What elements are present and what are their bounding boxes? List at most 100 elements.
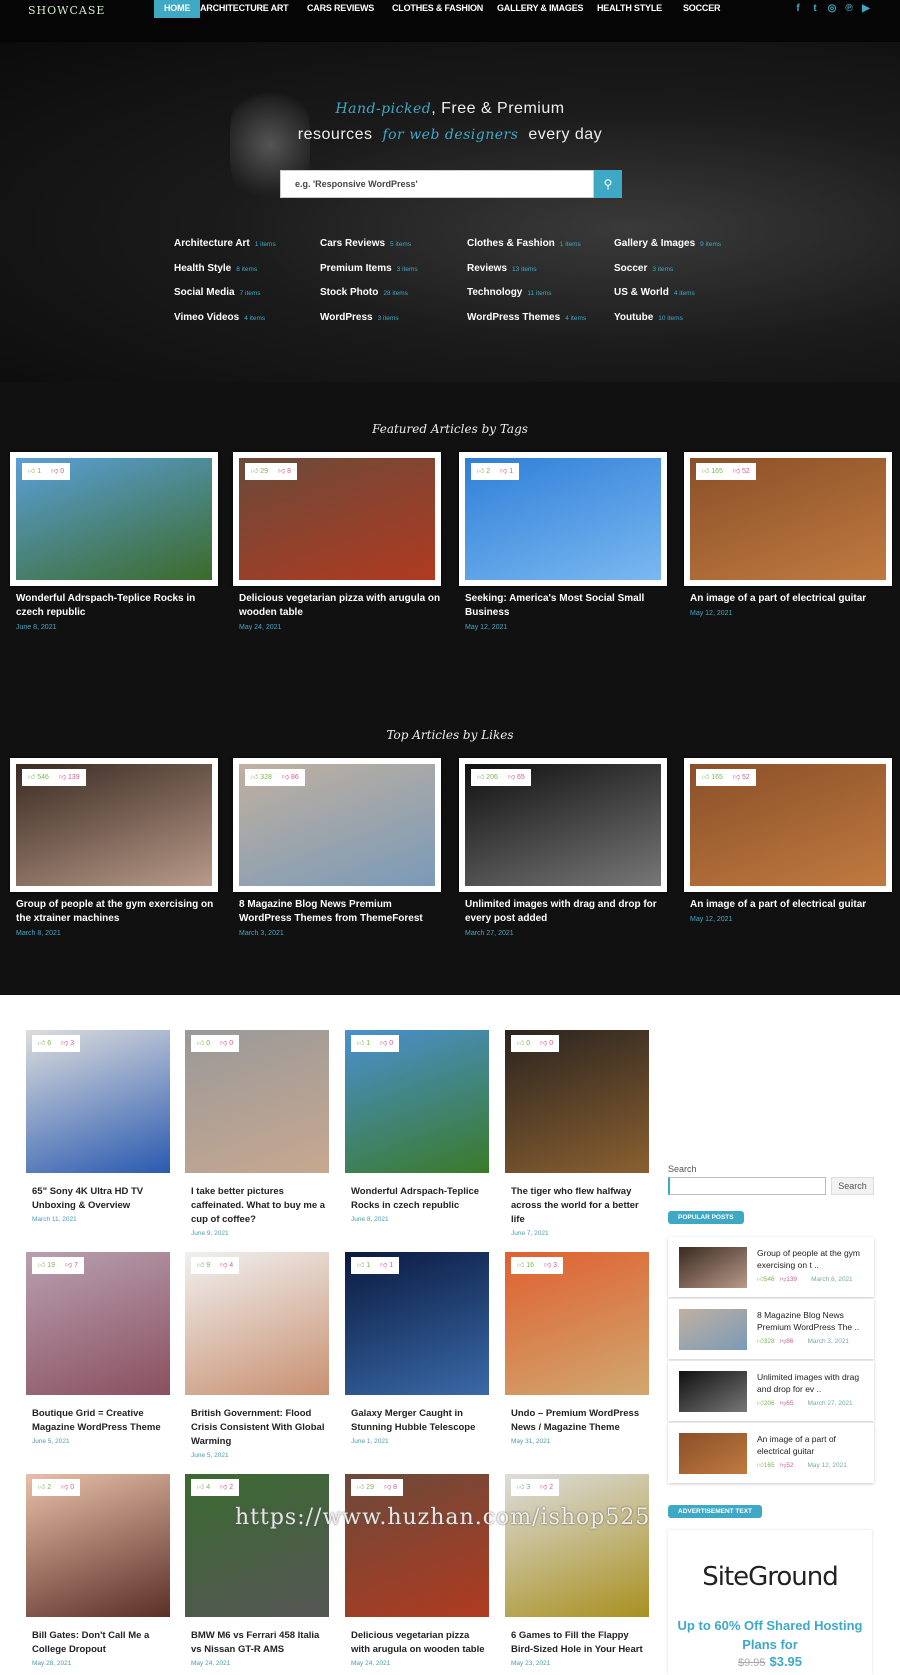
nav-item-architecture-art[interactable]: ARCHITECTURE ART <box>190 0 298 18</box>
article-title[interactable]: Galaxy Merger Caught in Stunning Hubble … <box>345 1407 489 1435</box>
dislike-count[interactable]: 👎︎ 8 <box>278 468 291 475</box>
article-title[interactable]: Delicious vegetarian pizza with arugula … <box>233 592 441 620</box>
featured-article-card[interactable]: 👍︎ 29 👎︎ 8 Delicious vegetarian pizza with… <box>233 452 441 631</box>
category-link[interactable]: Youtube 10 items <box>614 312 683 323</box>
popular-post-title[interactable]: 8 Magazine Blog News Premium WordPress T… <box>757 1309 869 1333</box>
like-count[interactable]: 👍︎ 165 <box>702 774 723 781</box>
like-count[interactable]: 👍︎ 3 <box>517 1484 530 1491</box>
hero-search-button[interactable]: ⚲ <box>594 170 622 198</box>
dislike-count[interactable]: 👎︎ 0 <box>61 1484 74 1491</box>
dislike-count[interactable]: 👎︎ 86 <box>282 774 299 781</box>
article-title[interactable]: Wonderful Adrspach-Teplice Rocks in czec… <box>10 592 218 620</box>
article-title[interactable]: I take better pictures caffeinated. What… <box>185 1185 329 1227</box>
article-image[interactable]: 👍︎ 9 👎︎ 4 <box>185 1252 329 1395</box>
popular-post-item[interactable]: Unlimited images with drag and drop for … <box>668 1361 874 1421</box>
like-count[interactable]: 👍︎ 19 <box>38 1262 55 1269</box>
like-count[interactable]: 👍︎ 6 <box>38 1040 51 1047</box>
grid-article-card[interactable]: 👍︎ 0 👎︎ 0 The tiger who flew halfway acros… <box>505 1030 649 1237</box>
article-image[interactable]: 👍︎ 165 👎︎ 52 <box>690 764 886 886</box>
article-image[interactable]: 👍︎ 546 👎︎ 139 <box>16 764 212 886</box>
grid-article-card[interactable]: 👍︎ 16 👎︎ 3 Undo – Premium WordPress News /… <box>505 1252 649 1445</box>
twitter-icon[interactable]: t <box>808 3 822 14</box>
article-image[interactable]: 👍︎ 0 👎︎ 0 <box>185 1030 329 1173</box>
article-image[interactable]: 👍︎ 19 👎︎ 7 <box>26 1252 170 1395</box>
category-link[interactable]: Health Style 8 items <box>174 263 257 274</box>
dislike-count[interactable]: 👎︎ 52 <box>733 774 750 781</box>
like-count[interactable]: 👍︎ 328 <box>251 774 272 781</box>
article-image[interactable]: 👍︎ 1 👎︎ 0 <box>16 458 212 580</box>
dislike-count[interactable]: 👎︎ 0 <box>380 1040 393 1047</box>
featured-article-card[interactable]: 👍︎ 2 👎︎ 1 Seeking: America's Most Social S… <box>459 452 667 631</box>
dislike-count[interactable]: 👎︎ 2 <box>540 1484 553 1491</box>
dislike-count[interactable]: 👎︎ 65 <box>508 774 525 781</box>
popular-post-item[interactable]: 8 Magazine Blog News Premium WordPress T… <box>668 1299 874 1359</box>
like-count[interactable]: 👍︎ 1 <box>28 468 41 475</box>
top-article-card[interactable]: 👍︎ 165 👎︎ 52 An image of a part of electri… <box>684 758 892 923</box>
popular-post-title[interactable]: An image of a part of electrical guitar <box>757 1433 869 1457</box>
article-title[interactable]: British Government: Flood Crisis Consist… <box>185 1407 329 1449</box>
like-count[interactable]: 👍︎ 4 <box>197 1484 210 1491</box>
grid-article-card[interactable]: 👍︎ 2 👎︎ 0 Bill Gates: Don't Call Me a Coll… <box>26 1474 170 1667</box>
dislike-count[interactable]: 👎︎ 7 <box>65 1262 78 1269</box>
article-title[interactable]: 8 Magazine Blog News Premium WordPress T… <box>233 898 441 926</box>
nav-item-soccer[interactable]: SOCCER <box>673 0 730 18</box>
article-title[interactable]: Boutique Grid = Creative Magazine WordPr… <box>26 1407 170 1435</box>
dislike-count[interactable]: 👎︎ 52 <box>733 468 750 475</box>
like-count[interactable]: 👍︎ 16 <box>517 1262 534 1269</box>
dislike-count[interactable]: 👎︎ 3 <box>544 1262 557 1269</box>
article-title[interactable]: Wonderful Adrspach-Teplice Rocks in czec… <box>345 1185 489 1213</box>
like-count[interactable]: 👍︎ 1 <box>357 1262 370 1269</box>
article-image[interactable]: 👍︎ 6 👎︎ 3 <box>26 1030 170 1173</box>
article-image[interactable]: 👍︎ 206 👎︎ 65 <box>465 764 661 886</box>
instagram-icon[interactable]: ◎ <box>825 3 839 14</box>
like-count[interactable]: 👍︎ 206 <box>477 774 498 781</box>
article-image[interactable]: 👍︎ 1 👎︎ 0 <box>345 1030 489 1173</box>
grid-article-card[interactable]: 👍︎ 1 👎︎ 1 Galaxy Merger Caught in Stunning… <box>345 1252 489 1445</box>
dislike-count[interactable]: 👎︎ 139 <box>59 774 80 781</box>
article-image[interactable]: 👍︎ 3 👎︎ 2 <box>505 1474 649 1617</box>
article-image[interactable]: 👍︎ 2 👎︎ 0 <box>26 1474 170 1617</box>
dislike-count[interactable]: 👎︎ 0 <box>540 1040 553 1047</box>
popular-post-title[interactable]: Unlimited images with drag and drop for … <box>757 1371 869 1395</box>
popular-post-thumbnail[interactable] <box>679 1309 747 1350</box>
dislike-count[interactable]: 👎︎ 4 <box>220 1262 233 1269</box>
dislike-count[interactable]: 👎︎ 0 <box>51 468 64 475</box>
popular-post-thumbnail[interactable] <box>679 1433 747 1474</box>
nav-item-clothes-fashion[interactable]: CLOTHES & FASHION <box>382 0 493 18</box>
like-count[interactable]: 👍︎ 2 <box>38 1484 51 1491</box>
popular-post-item[interactable]: Group of people at the gym exercising on… <box>668 1237 874 1297</box>
article-title[interactable]: 65" Sony 4K Ultra HD TV Unboxing & Overv… <box>26 1185 170 1213</box>
featured-article-card[interactable]: 👍︎ 1 👎︎ 0 Wonderful Adrspach-Teplice Rocks… <box>10 452 218 631</box>
dislike-count[interactable]: 👎︎ 1 <box>380 1262 393 1269</box>
top-article-card[interactable]: 👍︎ 206 👎︎ 65 Unlimited images with drag an… <box>459 758 667 937</box>
category-link[interactable]: Premium Items 3 items <box>320 263 418 274</box>
popular-post-title[interactable]: Group of people at the gym exercising on… <box>757 1247 869 1271</box>
article-title[interactable]: The tiger who flew halfway across the wo… <box>505 1185 649 1227</box>
category-link[interactable]: WordPress Themes 4 items <box>467 312 586 323</box>
grid-article-card[interactable]: 👍︎ 4 👎︎ 2 BMW M6 vs Ferrari 458 Italia vs … <box>185 1474 329 1667</box>
nav-item-gallery-images[interactable]: GALLERY & IMAGES <box>487 0 593 18</box>
category-link[interactable]: Vimeo Videos 4 items <box>174 312 265 323</box>
popular-post-item[interactable]: An image of a part of electrical guitar 👍… <box>668 1423 874 1483</box>
category-link[interactable]: WordPress 3 items <box>320 312 399 323</box>
like-count[interactable]: 👍︎ 546 <box>28 774 49 781</box>
dislike-count[interactable]: 👎︎ 0 <box>220 1040 233 1047</box>
category-link[interactable]: Stock Photo 28 items <box>320 287 408 298</box>
popular-post-thumbnail[interactable] <box>679 1247 747 1288</box>
article-title[interactable]: Bill Gates: Don't Call Me a College Drop… <box>26 1629 170 1657</box>
category-link[interactable]: Architecture Art 1 items <box>174 238 276 249</box>
top-article-card[interactable]: 👍︎ 328 👎︎ 86 8 Magazine Blog News Premium … <box>233 758 441 937</box>
grid-article-card[interactable]: 👍︎ 0 👎︎ 0 I take better pictures caffeinat… <box>185 1030 329 1237</box>
category-link[interactable]: Reviews 13 items <box>467 263 537 274</box>
article-title[interactable]: Group of people at the gym exercising on… <box>10 898 218 926</box>
site-logo[interactable]: SHOWCASE <box>28 4 105 17</box>
article-title[interactable]: An image of a part of electrical guitar <box>684 592 892 606</box>
dislike-count[interactable]: 👎︎ 2 <box>220 1484 233 1491</box>
pinterest-icon[interactable]: ℗ <box>842 3 856 14</box>
category-link[interactable]: Cars Reviews 5 items <box>320 238 411 249</box>
category-link[interactable]: Soccer 3 items <box>614 263 673 274</box>
article-title[interactable]: 6 Games to Fill the Flappy Bird-Sized Ho… <box>505 1629 649 1657</box>
like-count[interactable]: 👍︎ 0 <box>197 1040 210 1047</box>
article-image[interactable]: 👍︎ 16 👎︎ 3 <box>505 1252 649 1395</box>
grid-article-card[interactable]: 👍︎ 29 👎︎ 8 Delicious vegetarian pizza with… <box>345 1474 489 1667</box>
